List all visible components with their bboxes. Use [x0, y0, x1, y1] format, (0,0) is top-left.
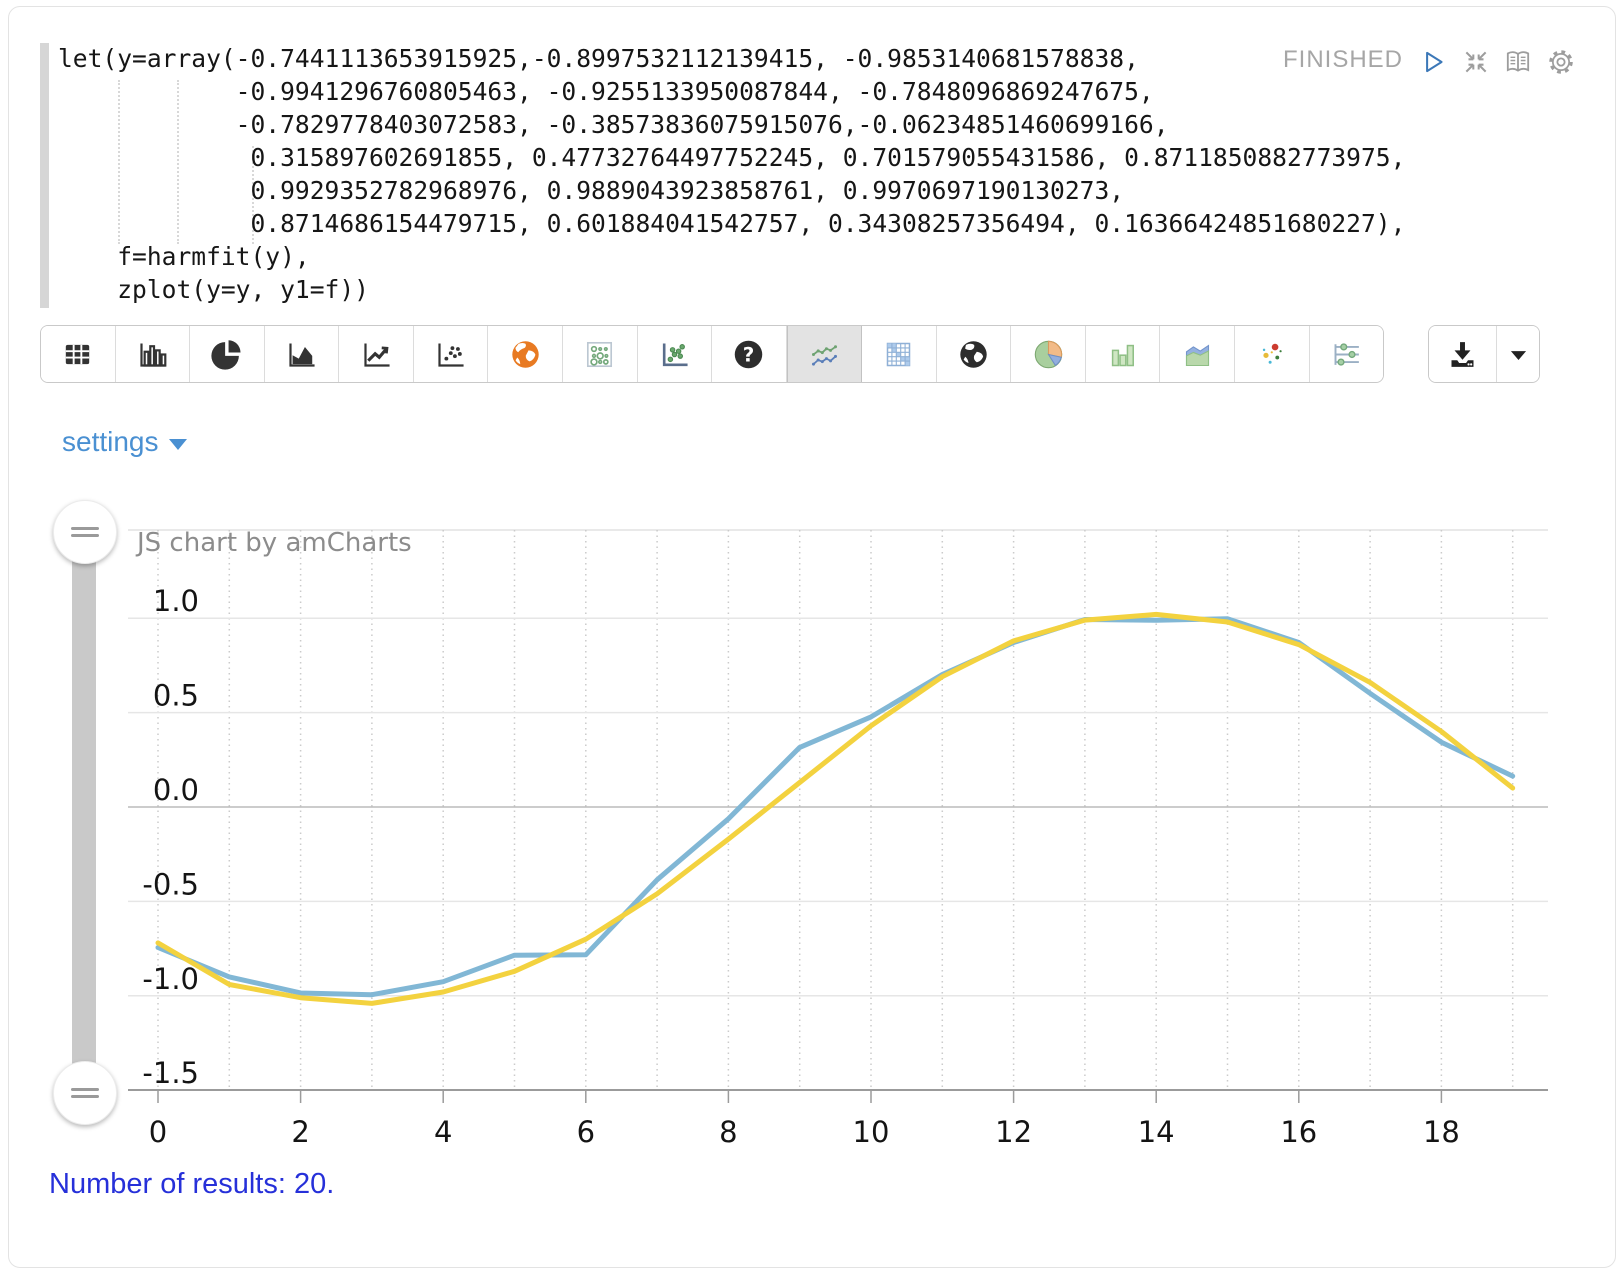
x-axis-tick-label: 0 — [149, 1115, 167, 1149]
x-axis-tick-label: 2 — [291, 1115, 309, 1149]
chart-scrollbar-handle-bottom[interactable] — [53, 1061, 117, 1125]
y-axis-tick-label: 1.0 — [153, 584, 199, 618]
y-axis-tick-label: -1.5 — [142, 1056, 199, 1090]
x-axis-tick-label: 6 — [577, 1115, 595, 1149]
amcharts-line-chart: 1.0 0.5 0.0 -0.5 -1.0 -1.5 0 2 4 6 8 10 12 14 16 18 JS c… — [0, 0, 1624, 1238]
x-axis-tick-label: 4 — [434, 1115, 452, 1149]
chart-watermark-title: JS chart by amCharts — [135, 528, 412, 558]
chart-scrollbar-handle-top[interactable] — [53, 500, 117, 564]
series-y1-line — [158, 614, 1513, 1003]
x-axis-tick-label: 10 — [853, 1115, 890, 1149]
x-axis-tick-label: 16 — [1280, 1115, 1317, 1149]
x-axis-tick-label: 14 — [1138, 1115, 1175, 1149]
x-axis-tick-label: 18 — [1423, 1115, 1460, 1149]
x-axis-tick-label: 8 — [719, 1115, 737, 1149]
y-axis-tick-label: 0.0 — [153, 773, 199, 807]
y-axis-tick-label: 0.5 — [153, 679, 199, 713]
y-axis-tick-label: -1.0 — [142, 962, 199, 996]
y-axis-tick-label: -0.5 — [142, 867, 199, 901]
x-axis-tick-label: 12 — [995, 1115, 1032, 1149]
results-count-text: Number of results: 20. — [49, 1168, 334, 1201]
